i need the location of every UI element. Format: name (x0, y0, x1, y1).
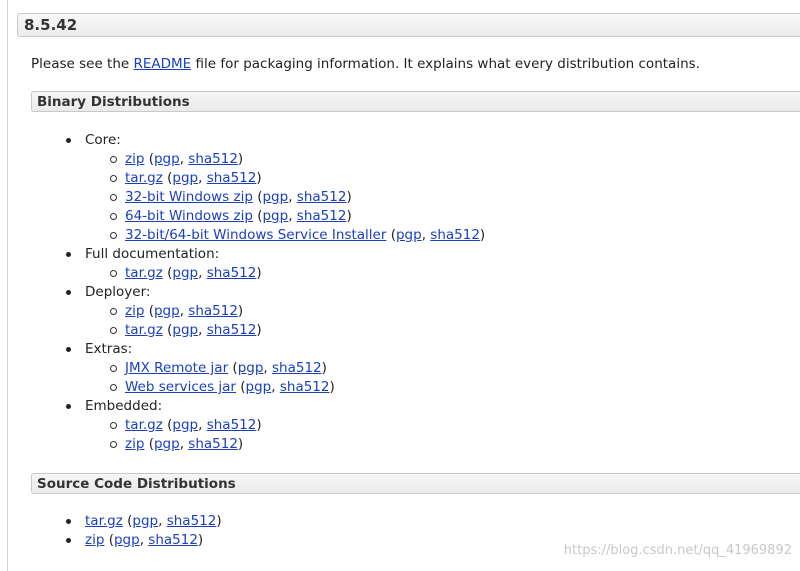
download-link[interactable]: zip (125, 151, 144, 167)
sha512-checksum-link[interactable]: sha512 (207, 322, 257, 338)
pgp-signature-link[interactable]: pgp (262, 189, 288, 205)
pgp-signature-link[interactable]: pgp (238, 360, 264, 376)
download-link[interactable]: Web services jar (125, 379, 236, 395)
sha512-checksum-link[interactable]: sha512 (430, 227, 480, 243)
download-item: tar.gz (pgp, sha512) (85, 169, 485, 188)
source-distributions-title: Source Code Distributions (37, 476, 236, 492)
download-item: tar.gz (pgp, sha512) (85, 264, 485, 283)
sha512-checksum-link[interactable]: sha512 (297, 208, 347, 224)
download-item: tar.gz (pgp, sha512) (85, 416, 485, 435)
distribution-group-label: Full documentation: (85, 246, 220, 262)
binary-distributions-title: Binary Distributions (37, 94, 190, 110)
download-item: zip (pgp, sha512) (85, 435, 485, 454)
watermark: https://blog.csdn.net/qq_41969892 (563, 543, 792, 558)
download-item: 32-bit/64-bit Windows Service Installer … (85, 226, 485, 245)
sha512-checksum-link[interactable]: sha512 (188, 436, 238, 452)
distribution-group: Embedded: tar.gz (pgp, sha512) zip (pgp, s… (66, 397, 485, 454)
download-link[interactable]: tar.gz (85, 513, 123, 529)
pgp-signature-link[interactable]: pgp (246, 379, 272, 395)
sha512-checksum-link[interactable]: sha512 (207, 265, 257, 281)
distribution-group-items: zip (pgp, sha512) tar.gz (pgp, sha512) 32-… (85, 150, 485, 245)
download-item: 32-bit Windows zip (pgp, sha512) (85, 188, 485, 207)
download-link[interactable]: tar.gz (125, 170, 163, 186)
intro-text-before: Please see the (31, 56, 134, 72)
download-link[interactable]: zip (125, 436, 144, 452)
sha512-checksum-link[interactable]: sha512 (207, 417, 257, 433)
pgp-signature-link[interactable]: pgp (172, 417, 198, 433)
source-distributions-list: tar.gz (pgp, sha512) zip (pgp, sha512) (66, 512, 222, 550)
binary-distributions-header: Binary Distributions (31, 91, 800, 112)
download-item: JMX Remote jar (pgp, sha512) (85, 359, 485, 378)
distribution-group: Deployer: zip (pgp, sha512) tar.gz (pgp, s… (66, 283, 485, 340)
pgp-signature-link[interactable]: pgp (154, 303, 180, 319)
distribution-group-items: tar.gz (pgp, sha512) zip (pgp, sha512) (85, 416, 485, 454)
download-link[interactable]: tar.gz (125, 417, 163, 433)
pgp-signature-link[interactable]: pgp (172, 265, 198, 281)
download-item: tar.gz (pgp, sha512) (66, 512, 222, 531)
sha512-checksum-link[interactable]: sha512 (188, 151, 238, 167)
download-link[interactable]: JMX Remote jar (125, 360, 228, 376)
version-title: 8.5.42 (24, 16, 78, 34)
download-link[interactable]: tar.gz (125, 265, 163, 281)
intro-text: Please see the README file for packaging… (31, 55, 700, 73)
pgp-signature-link[interactable]: pgp (132, 513, 158, 529)
download-item: zip (pgp, sha512) (85, 150, 485, 169)
distribution-group-label: Core: (85, 132, 121, 148)
distribution-group-items: zip (pgp, sha512) tar.gz (pgp, sha512) (85, 302, 485, 340)
download-item: zip (pgp, sha512) (66, 531, 222, 550)
sha512-checksum-link[interactable]: sha512 (148, 532, 198, 548)
download-item: 64-bit Windows zip (pgp, sha512) (85, 207, 485, 226)
download-link[interactable]: zip (85, 532, 104, 548)
sha512-checksum-link[interactable]: sha512 (167, 513, 217, 529)
version-header: 8.5.42 (17, 13, 800, 37)
pgp-signature-link[interactable]: pgp (114, 532, 140, 548)
download-link[interactable]: 32-bit Windows zip (125, 189, 253, 205)
distribution-group-label: Deployer: (85, 284, 151, 300)
sha512-checksum-link[interactable]: sha512 (272, 360, 322, 376)
download-link[interactable]: 64-bit Windows zip (125, 208, 253, 224)
sha512-checksum-link[interactable]: sha512 (297, 189, 347, 205)
binary-distributions-list: Core: zip (pgp, sha512) tar.gz (pgp, sha51… (66, 131, 485, 454)
download-item: tar.gz (pgp, sha512) (85, 321, 485, 340)
download-item: Web services jar (pgp, sha512) (85, 378, 485, 397)
readme-link[interactable]: README (133, 56, 191, 72)
distribution-group-items: JMX Remote jar (pgp, sha512) Web services… (85, 359, 485, 397)
pgp-signature-link[interactable]: pgp (262, 208, 288, 224)
distribution-group-label: Embedded: (85, 398, 163, 414)
download-link[interactable]: 32-bit/64-bit Windows Service Installer (125, 227, 386, 243)
sha512-checksum-link[interactable]: sha512 (280, 379, 330, 395)
distribution-group-label: Extras: (85, 341, 133, 357)
pgp-signature-link[interactable]: pgp (154, 151, 180, 167)
sha512-checksum-link[interactable]: sha512 (188, 303, 238, 319)
sha512-checksum-link[interactable]: sha512 (207, 170, 257, 186)
download-link[interactable]: zip (125, 303, 144, 319)
pgp-signature-link[interactable]: pgp (172, 170, 198, 186)
intro-text-after: file for packaging information. It expla… (191, 56, 700, 72)
pgp-signature-link[interactable]: pgp (172, 322, 198, 338)
distribution-group: Extras: JMX Remote jar (pgp, sha512) Web s… (66, 340, 485, 397)
pgp-signature-link[interactable]: pgp (396, 227, 422, 243)
distribution-group: Full documentation: tar.gz (pgp, sha512) (66, 245, 485, 283)
pgp-signature-link[interactable]: pgp (154, 436, 180, 452)
distribution-group: Core: zip (pgp, sha512) tar.gz (pgp, sha51… (66, 131, 485, 245)
page-left-border (7, 0, 8, 571)
download-link[interactable]: tar.gz (125, 322, 163, 338)
download-item: zip (pgp, sha512) (85, 302, 485, 321)
distribution-group-items: tar.gz (pgp, sha512) (85, 264, 485, 283)
source-distributions-header: Source Code Distributions (31, 473, 800, 494)
